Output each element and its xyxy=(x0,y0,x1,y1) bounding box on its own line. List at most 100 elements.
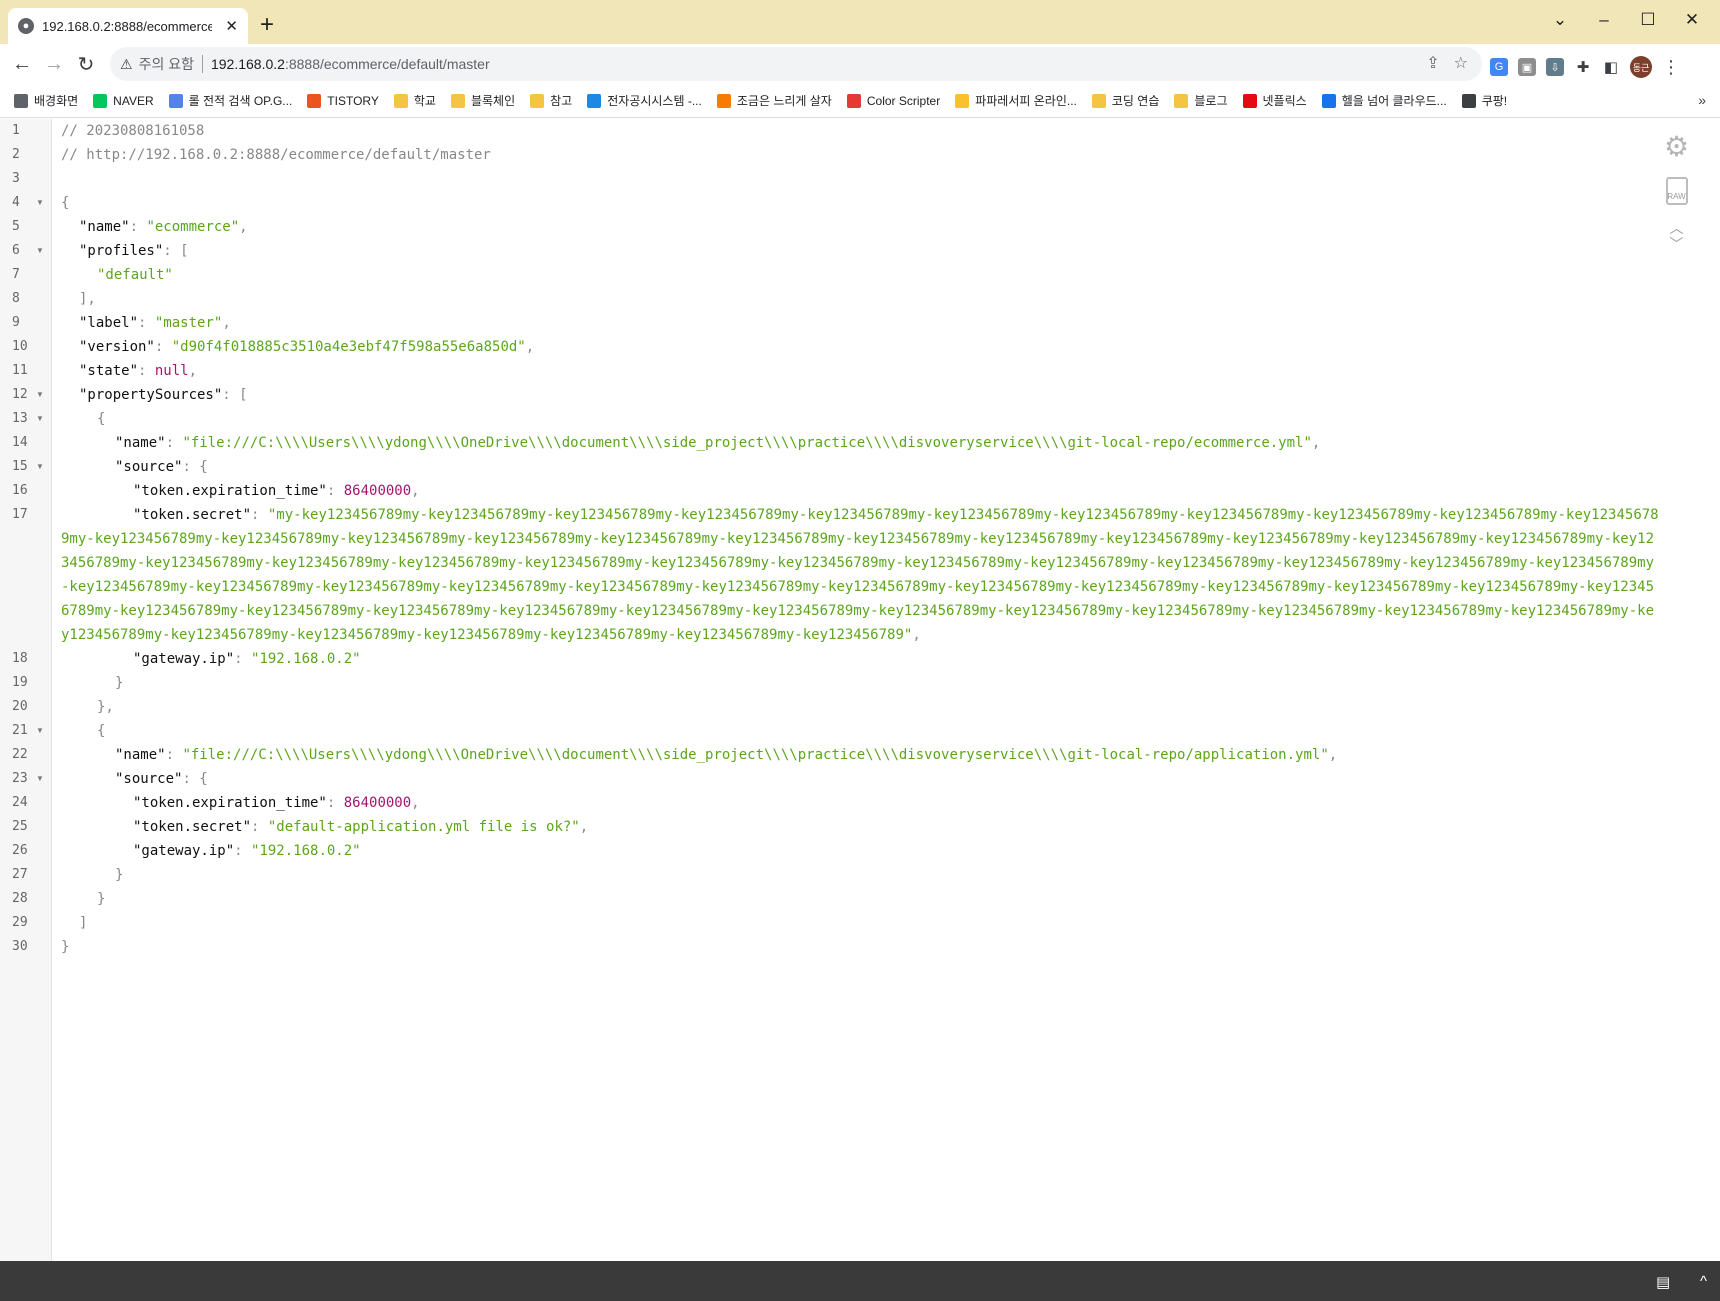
json-string-long: "my-key123456789my-key123456789my-key123… xyxy=(61,507,1659,643)
code-line-14: "name": "file:///C:\\\\Users\\\\ydong\\\… xyxy=(115,435,1321,451)
maximize-button[interactable]: ☐ xyxy=(1628,6,1668,34)
raw-toggle-button[interactable]: RAW xyxy=(1665,177,1688,205)
line-number: 1 xyxy=(12,123,20,138)
line-number: 24 xyxy=(12,795,28,810)
code-line-12: "propertySources": [ xyxy=(79,387,248,403)
code-line-27: } xyxy=(115,867,124,883)
bookmark-item[interactable]: 블로그 xyxy=(1174,92,1228,109)
bookmark-item[interactable]: TISTORY xyxy=(307,93,379,108)
fold-toggle-icon[interactable]: ▼ xyxy=(36,719,44,743)
extension-icon[interactable]: ▣ xyxy=(1518,58,1536,76)
warning-icon[interactable]: ⚠ xyxy=(120,56,133,73)
bookmark-item[interactable]: 블록체인 xyxy=(450,92,515,109)
code-line-22: "name": "file:///C:\\\\Users\\\\ydong\\\… xyxy=(115,747,1338,763)
opgg-icon xyxy=(168,93,183,108)
bookmark-item[interactable]: NAVER xyxy=(93,93,154,108)
code-line-6: "profiles": [ xyxy=(79,243,189,259)
fold-toggle-icon[interactable]: ▼ xyxy=(36,407,44,431)
globe-icon: ● xyxy=(18,18,34,34)
code-line-25: "token.secret": "default-application.yml… xyxy=(133,819,589,835)
json-key: "token.expiration_time" xyxy=(133,483,327,499)
translate-extension-icon[interactable]: G xyxy=(1490,58,1508,76)
fold-toggle-icon[interactable]: ▼ xyxy=(36,191,44,215)
bookmark-label: 넷플릭스 xyxy=(1262,94,1307,108)
fold-toggle-icon[interactable]: ▼ xyxy=(36,383,44,407)
puzzle-extensions-icon[interactable]: ✚ xyxy=(1574,58,1592,76)
back-icon[interactable]: ← xyxy=(6,48,38,80)
bookmark-label: 블로그 xyxy=(1194,94,1228,108)
bookmark-item[interactable]: 학교 xyxy=(393,92,436,109)
json-key: "source" xyxy=(115,771,183,787)
line-number-gutter: 1 2 3 4 ▼ 5 6 ▼ 7 8 9 10 11 12 ▼ 13 ▼ 14 15 ▼ 16 17 18 19 20 21 ▼ 2… xyxy=(0,119,52,1261)
line-number: 8 xyxy=(12,291,20,306)
json-string: "d90f4f018885c3510a4e3ebf47f598a55e6a850… xyxy=(171,339,526,355)
menu-dots-icon[interactable]: ⋮ xyxy=(1662,57,1680,78)
papa-icon xyxy=(955,93,970,108)
json-string: "192.168.0.2" xyxy=(251,651,361,667)
bookmark-item[interactable]: 헬을 넘어 클라우드... xyxy=(1321,92,1447,109)
side-panel-icon[interactable]: ◧ xyxy=(1602,58,1620,76)
download-extension-icon[interactable]: ⇩ xyxy=(1546,58,1564,76)
line-number: 27 xyxy=(12,867,28,882)
json-key: "version" xyxy=(79,339,155,355)
news-icon[interactable]: ▤ xyxy=(1656,1273,1670,1291)
line-number: 18 xyxy=(12,651,28,666)
forward-icon[interactable]: → xyxy=(38,48,70,80)
address-bar[interactable]: ⚠ 주의 요함 192.168.0.2:8888/ecommerce/defau… xyxy=(110,47,1482,81)
minimize-button[interactable]: – xyxy=(1584,6,1624,34)
url-path: :8888/ecommerce/default/master xyxy=(284,56,490,72)
omnibox-divider xyxy=(201,55,203,73)
code-line-1: // 20230808161058 xyxy=(61,119,204,143)
json-key: "gateway.ip" xyxy=(133,651,235,667)
folder-icon xyxy=(530,93,545,108)
json-string: "default" xyxy=(97,267,173,283)
blogger-icon xyxy=(716,93,731,108)
browser-tab[interactable]: ● 192.168.0.2:8888/ecommerce/de ✕ xyxy=(8,8,248,44)
security-label[interactable]: 주의 요함 xyxy=(139,54,194,74)
fold-toggle-icon[interactable]: ▼ xyxy=(36,767,44,791)
bookmark-item[interactable]: Color Scripter xyxy=(846,93,940,108)
line-number: 19 xyxy=(12,675,28,690)
bookmark-item[interactable]: 참고 xyxy=(530,92,572,109)
url-text[interactable]: 192.168.0.2:8888/ecommerce/default/maste… xyxy=(211,56,490,72)
bookmark-item[interactable]: 파파레서피 온라인... xyxy=(955,92,1077,109)
bookmark-item[interactable]: 코딩 연습 xyxy=(1091,92,1159,109)
line-number: 3 xyxy=(12,171,20,186)
viewer-tools: ⚙ RAW ︿ ﹀ xyxy=(1664,133,1689,252)
chevron-down-icon[interactable]: ﹀ xyxy=(1670,237,1684,251)
tab-search-icon[interactable]: ⌄ xyxy=(1540,6,1580,34)
json-key: "gateway.ip" xyxy=(133,843,235,859)
chevron-up-icon[interactable]: ^ xyxy=(1700,1273,1707,1290)
comment-timestamp: // 20230808161058 xyxy=(61,123,205,139)
window-close-button[interactable]: ✕ xyxy=(1672,6,1712,34)
bookmark-item[interactable]: 넷플릭스 xyxy=(1242,92,1307,109)
bookmark-item[interactable]: 쿠팡! xyxy=(1461,92,1508,109)
bookmark-item[interactable]: 롤 전적 검색 OP.G... xyxy=(168,92,292,109)
profile-avatar[interactable]: 동근 xyxy=(1630,56,1652,78)
gear-icon[interactable]: ⚙ xyxy=(1664,133,1689,161)
close-tab-icon[interactable]: ✕ xyxy=(225,17,238,35)
fold-toggle-icon[interactable]: ▼ xyxy=(36,455,44,479)
share-icon[interactable]: ⇪ xyxy=(1426,53,1439,73)
bookmark-label: 쿠팡! xyxy=(1481,94,1508,108)
folder-icon xyxy=(393,93,408,108)
fold-toggle-icon[interactable]: ▼ xyxy=(36,239,44,263)
folder-icon xyxy=(450,93,465,108)
line-number: 17 xyxy=(12,507,28,522)
new-tab-button[interactable]: + xyxy=(260,10,274,40)
bookmark-star-icon[interactable]: ☆ xyxy=(1454,53,1468,73)
bookmark-item[interactable]: 전자공시시스템 -... xyxy=(587,92,702,109)
reload-icon[interactable]: ↻ xyxy=(70,48,102,80)
bookmark-label: TISTORY xyxy=(327,93,379,108)
bookmark-item[interactable]: 배경화면 xyxy=(14,92,78,109)
bookmarks-overflow-icon[interactable]: » xyxy=(1698,92,1706,108)
line-number: 26 xyxy=(12,843,28,858)
code-line-29: ] xyxy=(79,915,88,931)
bookmark-item[interactable]: 조금은 느리게 살자 xyxy=(716,92,832,109)
folder-icon xyxy=(1174,93,1189,108)
json-string: "master" xyxy=(154,315,223,331)
code-line-18: "gateway.ip": "192.168.0.2" xyxy=(133,651,361,667)
chevron-up-icon[interactable]: ︿ xyxy=(1670,221,1684,235)
json-key: "propertySources" xyxy=(79,387,223,403)
json-key: "token.secret" xyxy=(133,819,252,835)
